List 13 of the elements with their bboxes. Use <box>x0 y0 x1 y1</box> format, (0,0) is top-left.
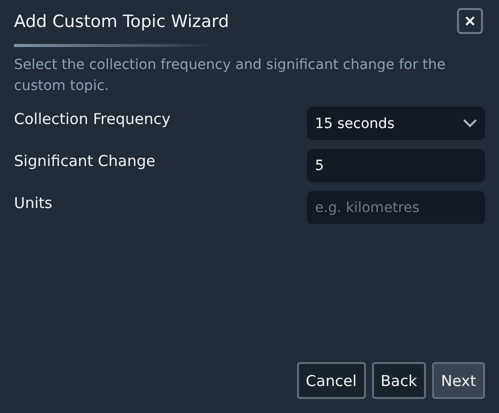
wizard-button[interactable]: Next <box>432 362 485 399</box>
field-label: Collection Frequency <box>14 109 170 128</box>
chevron-down-icon <box>463 119 477 128</box>
field-label: Significant Change <box>14 151 156 170</box>
field-label: Units <box>14 193 52 212</box>
dialog-title: Add Custom Topic Wizard <box>14 11 229 32</box>
input-field[interactable]: 5 <box>307 149 485 182</box>
close-button[interactable]: × <box>457 8 483 34</box>
frequency-dropdown[interactable]: 15 seconds <box>307 107 485 140</box>
wizard-button[interactable]: Cancel <box>296 362 366 399</box>
wizard-button[interactable]: Back <box>372 362 426 399</box>
description-text: Select the collection frequency and significant change for the custom topic. <box>14 56 447 96</box>
input-field[interactable]: e.g. kilometres <box>307 191 485 224</box>
